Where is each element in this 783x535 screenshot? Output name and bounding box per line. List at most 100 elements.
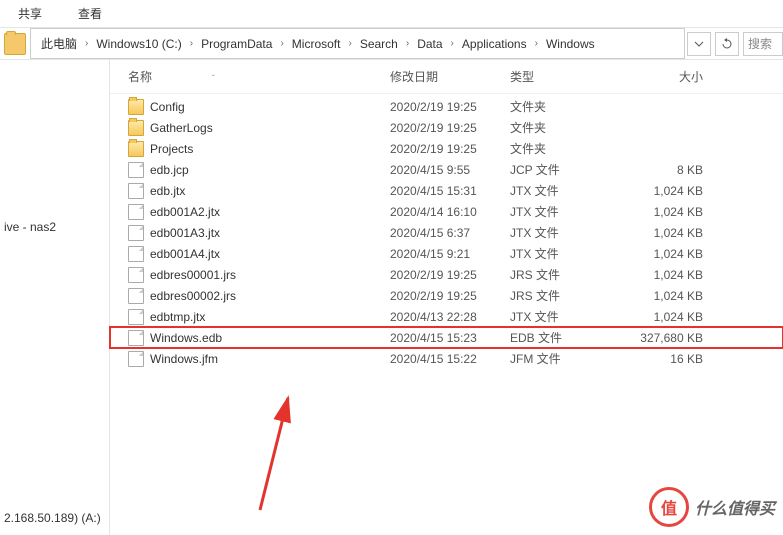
file-size: 1,024 KB bbox=[620, 310, 715, 324]
file-icon bbox=[128, 309, 144, 325]
file-type: JTX 文件 bbox=[510, 245, 620, 262]
file-row[interactable]: edb001A2.jtx2020/4/14 16:10JTX 文件1,024 K… bbox=[110, 201, 783, 222]
breadcrumb-segment[interactable]: Microsoft bbox=[286, 37, 347, 51]
file-size: 16 KB bbox=[620, 352, 715, 366]
file-icon bbox=[128, 246, 144, 262]
file-name: Config bbox=[150, 100, 390, 114]
file-row[interactable]: edb001A4.jtx2020/4/15 9:21JTX 文件1,024 KB bbox=[110, 243, 783, 264]
file-row[interactable]: edbres00002.jrs2020/2/19 19:25JRS 文件1,02… bbox=[110, 285, 783, 306]
file-row[interactable]: GatherLogs2020/2/19 19:25文件夹 bbox=[110, 117, 783, 138]
file-size: 1,024 KB bbox=[620, 268, 715, 282]
column-type[interactable]: 类型 bbox=[510, 68, 620, 85]
column-headers: 名称ˇ 修改日期 类型 大小 bbox=[110, 60, 783, 94]
file-date: 2020/4/13 22:28 bbox=[390, 310, 510, 324]
breadcrumb[interactable]: 此电脑›Windows10 (C:)›ProgramData›Microsoft… bbox=[30, 28, 685, 59]
file-row[interactable]: edb.jcp2020/4/15 9:55JCP 文件8 KB bbox=[110, 159, 783, 180]
file-type: JFM 文件 bbox=[510, 350, 620, 367]
file-row[interactable]: edbtmp.jtx2020/4/13 22:28JTX 文件1,024 KB bbox=[110, 306, 783, 327]
file-type: JRS 文件 bbox=[510, 266, 620, 283]
sidebar: ive - nas2 bbox=[0, 60, 110, 535]
chevron-right-icon: › bbox=[449, 38, 456, 49]
tab-share[interactable]: 共享 bbox=[10, 1, 50, 26]
file-name: Windows.jfm bbox=[150, 352, 390, 366]
file-name: edb001A2.jtx bbox=[150, 205, 390, 219]
file-icon bbox=[128, 162, 144, 178]
search-input[interactable]: 搜索 bbox=[743, 32, 783, 56]
ribbon-toolbar: 共享 查看 bbox=[0, 0, 783, 28]
sort-arrow-icon: ˇ bbox=[212, 74, 215, 83]
file-row[interactable]: edbres00001.jrs2020/2/19 19:25JRS 文件1,02… bbox=[110, 264, 783, 285]
file-icon bbox=[128, 351, 144, 367]
file-type: EDB 文件 bbox=[510, 329, 620, 346]
file-row[interactable]: edb.jtx2020/4/15 15:31JTX 文件1,024 KB bbox=[110, 180, 783, 201]
file-date: 2020/4/14 16:10 bbox=[390, 205, 510, 219]
quick-access-pins bbox=[0, 68, 109, 158]
file-name: GatherLogs bbox=[150, 121, 390, 135]
tab-view[interactable]: 查看 bbox=[70, 1, 110, 26]
file-type: JTX 文件 bbox=[510, 203, 620, 220]
file-list: 名称ˇ 修改日期 类型 大小 Config2020/2/19 19:25文件夹G… bbox=[110, 60, 783, 535]
file-icon bbox=[128, 267, 144, 283]
file-name: Projects bbox=[150, 142, 390, 156]
file-row[interactable]: Windows.edb2020/4/15 15:23EDB 文件327,680 … bbox=[110, 327, 783, 348]
file-size: 1,024 KB bbox=[620, 226, 715, 240]
watermark-badge: 值 bbox=[649, 487, 689, 527]
file-name: edb.jtx bbox=[150, 184, 390, 198]
file-type: 文件夹 bbox=[510, 140, 620, 157]
file-name: edbres00002.jrs bbox=[150, 289, 390, 303]
file-date: 2020/2/19 19:25 bbox=[390, 142, 510, 156]
file-date: 2020/2/19 19:25 bbox=[390, 121, 510, 135]
file-date: 2020/4/15 9:55 bbox=[390, 163, 510, 177]
file-size: 1,024 KB bbox=[620, 247, 715, 261]
address-bar: 此电脑›Windows10 (C:)›ProgramData›Microsoft… bbox=[0, 28, 783, 60]
file-size: 1,024 KB bbox=[620, 184, 715, 198]
column-name[interactable]: 名称ˇ bbox=[128, 68, 390, 85]
file-date: 2020/4/15 15:23 bbox=[390, 331, 510, 345]
file-type: JTX 文件 bbox=[510, 308, 620, 325]
file-type: JTX 文件 bbox=[510, 182, 620, 199]
file-type: 文件夹 bbox=[510, 98, 620, 115]
file-name: edb001A4.jtx bbox=[150, 247, 390, 261]
column-size[interactable]: 大小 bbox=[620, 68, 715, 85]
file-type: JTX 文件 bbox=[510, 224, 620, 241]
breadcrumb-segment[interactable]: Windows bbox=[540, 37, 601, 51]
file-row[interactable]: edb001A3.jtx2020/4/15 6:37JTX 文件1,024 KB bbox=[110, 222, 783, 243]
chevron-right-icon: › bbox=[188, 38, 195, 49]
file-row[interactable]: Windows.jfm2020/4/15 15:22JFM 文件16 KB bbox=[110, 348, 783, 369]
breadcrumb-segment[interactable]: Data bbox=[411, 37, 448, 51]
chevron-right-icon: › bbox=[278, 38, 285, 49]
file-date: 2020/4/15 15:31 bbox=[390, 184, 510, 198]
file-name: edbres00001.jrs bbox=[150, 268, 390, 282]
file-name: edb001A3.jtx bbox=[150, 226, 390, 240]
refresh-icon bbox=[721, 38, 733, 50]
column-date[interactable]: 修改日期 bbox=[390, 68, 510, 85]
file-date: 2020/4/15 9:21 bbox=[390, 247, 510, 261]
file-date: 2020/2/19 19:25 bbox=[390, 100, 510, 114]
chevron-right-icon: › bbox=[404, 38, 411, 49]
status-bar: 2.168.50.189) (A:) bbox=[0, 511, 101, 525]
watermark: 值 什么值得买 bbox=[649, 487, 775, 527]
refresh-button[interactable] bbox=[715, 32, 739, 56]
breadcrumb-segment[interactable]: Search bbox=[354, 37, 404, 51]
file-size: 1,024 KB bbox=[620, 289, 715, 303]
chevron-right-icon: › bbox=[346, 38, 353, 49]
folder-icon bbox=[4, 33, 26, 55]
breadcrumb-segment[interactable]: Windows10 (C:) bbox=[90, 37, 187, 51]
folder-icon bbox=[128, 120, 144, 136]
file-row[interactable]: Config2020/2/19 19:25文件夹 bbox=[110, 96, 783, 117]
file-row[interactable]: Projects2020/2/19 19:25文件夹 bbox=[110, 138, 783, 159]
file-size: 1,024 KB bbox=[620, 205, 715, 219]
chevron-right-icon: › bbox=[83, 38, 90, 49]
file-name: edb.jcp bbox=[150, 163, 390, 177]
file-date: 2020/4/15 6:37 bbox=[390, 226, 510, 240]
breadcrumb-segment[interactable]: 此电脑 bbox=[35, 35, 83, 52]
sidebar-item-drive[interactable]: ive - nas2 bbox=[0, 218, 109, 236]
breadcrumb-segment[interactable]: Applications bbox=[456, 37, 533, 51]
refresh-button[interactable] bbox=[687, 32, 711, 56]
file-icon bbox=[128, 183, 144, 199]
file-size: 8 KB bbox=[620, 163, 715, 177]
file-size: 327,680 KB bbox=[620, 331, 715, 345]
file-date: 2020/2/19 19:25 bbox=[390, 268, 510, 282]
breadcrumb-segment[interactable]: ProgramData bbox=[195, 37, 278, 51]
chevron-down-icon bbox=[693, 38, 705, 50]
